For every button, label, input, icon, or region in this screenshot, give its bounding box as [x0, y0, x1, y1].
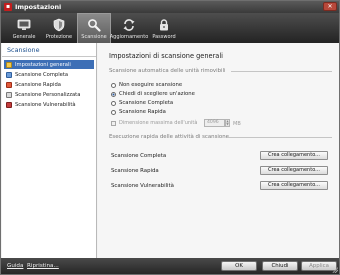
radio-button[interactable]: [111, 91, 116, 97]
page-title: Impostazioni di scansione generali: [109, 52, 224, 60]
tab-protezione-label: Protezione: [45, 34, 73, 40]
sidebar-item-label: Scansione Personalizzata: [15, 91, 81, 98]
sidebar-item-quick-scan[interactable]: Scansione Rapida: [4, 80, 94, 89]
main-panel: Impostazioni di scansione generali Scans…: [98, 43, 339, 258]
tab-generale-label: Generale: [12, 34, 36, 40]
settings-icon: [6, 61, 12, 68]
shortcut-row-full-scan-label: Scansione Completa: [111, 153, 167, 159]
settings-window: ▪ Impostazioni ✕ Generale Protezione Sca…: [0, 0, 340, 275]
tab-password-label: Password: [152, 34, 176, 40]
create-shortcut-full-scan-button[interactable]: Crea collegamento...: [260, 151, 328, 160]
max-size-input[interactable]: 4096: [204, 119, 225, 127]
tab-scansione[interactable]: Scansione: [77, 13, 111, 43]
title-bar[interactable]: ▪ Impostazioni ✕: [1, 1, 339, 13]
shield-icon: [53, 18, 65, 32]
shortcut-row-quick-scan-label: Scansione Rapida: [111, 168, 159, 174]
max-size-label: Dimensione massima dell'unità: [119, 120, 198, 126]
monitor-icon: [17, 19, 31, 30]
sidebar-item-custom-scan[interactable]: Scansione Personalizzata: [4, 90, 94, 99]
max-size-checkbox[interactable]: [111, 120, 116, 126]
removable-section-title: Scansione automatica delle unità rimovib…: [109, 68, 226, 74]
max-size-unit: MB: [233, 121, 241, 127]
max-size-checkbox-row[interactable]: Dimensione massima dell'unità: [111, 120, 197, 126]
radio-ask-action[interactable]: Chiedi di scegliere un'azione: [111, 91, 195, 97]
radio-label: Non eseguire scansione: [119, 82, 183, 88]
window-title: Impostazioni: [15, 3, 62, 11]
radio-label: Scansione Rapida: [119, 109, 166, 115]
ok-button[interactable]: OK: [221, 261, 257, 271]
vulnerability-scan-icon: [6, 101, 12, 108]
refresh-icon: [123, 19, 135, 31]
quick-scan-icon: [6, 81, 12, 88]
sidebar-item-label: Scansione Vulnerabilità: [15, 101, 76, 108]
radio-no-scan[interactable]: Non eseguire scansione: [111, 82, 182, 88]
tab-generale[interactable]: Generale: [7, 13, 41, 43]
help-link[interactable]: Guida: [7, 263, 23, 269]
magnifier-icon: [88, 19, 101, 32]
restore-link[interactable]: Ripristina...: [27, 263, 59, 269]
close-button[interactable]: Chiudi: [262, 261, 298, 271]
main-toolbar: Generale Protezione Scansione Aggiorname…: [1, 13, 339, 43]
custom-scan-icon: [6, 91, 12, 98]
radio-label: Chiedi di scegliere un'azione: [119, 91, 195, 97]
shortcut-row-vulnerability-scan-label: Scansione Vulnerabilità: [111, 183, 174, 189]
radio-button[interactable]: [111, 82, 116, 88]
radio-quick-scan[interactable]: Scansione Rapida: [111, 109, 166, 115]
tab-password[interactable]: Password: [147, 13, 181, 43]
tab-protezione[interactable]: Protezione: [42, 13, 76, 43]
sidebar-title: Scansione: [2, 43, 96, 57]
radio-full-scan[interactable]: Scansione Completa: [111, 100, 173, 106]
create-shortcut-quick-scan-button[interactable]: Crea collegamento...: [260, 166, 328, 175]
section-divider: [227, 137, 332, 138]
footer-bar: Guida Ripristina... OK Chiudi Applica: [1, 258, 339, 274]
full-scan-icon: [6, 71, 12, 78]
sidebar: Scansione Impostazioni generali Scansion…: [2, 43, 97, 258]
sidebar-item-vulnerability-scan[interactable]: Scansione Vulnerabilità: [4, 100, 94, 109]
create-shortcut-vulnerability-scan-button[interactable]: Crea collegamento...: [260, 181, 328, 190]
sidebar-item-label: Scansione Rapida: [15, 81, 61, 88]
sidebar-item-general-settings[interactable]: Impostazioni generali: [4, 60, 94, 69]
app-logo-icon: ▪: [4, 3, 12, 11]
quick-exec-section-title: Esecuzione rapida delle attività di scan…: [109, 134, 229, 140]
max-size-stepper[interactable]: ▲ ▼: [225, 119, 230, 127]
section-divider: [231, 71, 332, 72]
tab-aggiornamento[interactable]: Aggiornamento: [109, 13, 149, 43]
sidebar-item-full-scan[interactable]: Scansione Completa: [4, 70, 94, 79]
tab-aggiornamento-label: Aggiornamento: [109, 34, 149, 40]
radio-label: Scansione Completa: [119, 100, 174, 106]
lock-icon: [160, 19, 168, 31]
sidebar-item-label: Impostazioni generali: [15, 61, 71, 68]
sidebar-item-label: Scansione Completa: [15, 71, 69, 78]
radio-button[interactable]: [111, 100, 116, 106]
tab-scansione-label: Scansione: [81, 34, 107, 40]
radio-button[interactable]: [111, 109, 116, 115]
resize-grip-icon[interactable]: [332, 267, 338, 273]
window-close-button[interactable]: ✕: [323, 2, 337, 11]
